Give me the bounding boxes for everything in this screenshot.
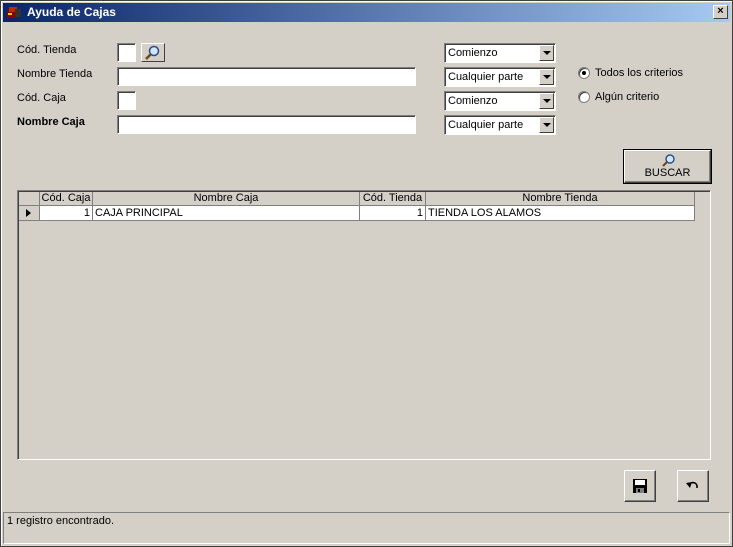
nombre-tienda-input[interactable] bbox=[117, 67, 416, 86]
cod-tienda-match-select[interactable]: Comienzo bbox=[444, 43, 556, 63]
cell-nombre-tienda[interactable]: TIENDA LOS ALAMOS bbox=[426, 206, 695, 221]
buscar-label: BUSCAR bbox=[644, 167, 691, 179]
radio-todos-label[interactable]: Todos los criterios bbox=[595, 67, 683, 80]
app-icon bbox=[7, 7, 21, 18]
magnifier-icon bbox=[662, 154, 675, 167]
cell-nombre-caja[interactable]: CAJA PRINCIPAL bbox=[93, 206, 360, 221]
window-title: Ayuda de Cajas bbox=[27, 5, 116, 19]
nombre-tienda-label: Nombre Tienda bbox=[17, 68, 93, 80]
col-header-nombre-caja[interactable]: Nombre Caja bbox=[93, 192, 360, 206]
magnifier-icon bbox=[145, 45, 160, 60]
status-text: 1 registro encontrado. bbox=[7, 515, 115, 527]
cod-caja-input[interactable] bbox=[117, 91, 136, 110]
col-header-cod-tienda[interactable]: Cód. Tienda bbox=[360, 192, 426, 206]
combo-value: Cualquier parte bbox=[448, 71, 524, 83]
combo-value: Cualquier parte bbox=[448, 119, 524, 131]
combo-value: Comienzo bbox=[448, 47, 498, 59]
status-bar: 1 registro encontrado. bbox=[3, 512, 730, 544]
cod-tienda-input[interactable] bbox=[117, 43, 136, 62]
col-header-cod-caja[interactable]: Cód. Caja bbox=[40, 192, 93, 206]
nombre-caja-label: Nombre Caja bbox=[17, 116, 85, 128]
cod-caja-match-select[interactable]: Comienzo bbox=[444, 91, 556, 111]
close-button[interactable]: × bbox=[713, 5, 728, 19]
chevron-down-icon[interactable] bbox=[539, 45, 554, 61]
grid-corner bbox=[19, 192, 40, 206]
results-grid[interactable]: Cód. Caja Nombre Caja Cód. Tienda Nombre… bbox=[17, 190, 711, 460]
radio-todos-criterios[interactable] bbox=[578, 67, 590, 79]
cod-tienda-label: Cód. Tienda bbox=[17, 44, 77, 56]
col-header-nombre-tienda[interactable]: Nombre Tienda bbox=[426, 192, 695, 206]
cell-cod-tienda[interactable]: 1 bbox=[360, 206, 426, 221]
chevron-down-icon[interactable] bbox=[539, 93, 554, 109]
cod-caja-label: Cód. Caja bbox=[17, 92, 66, 104]
undo-arrow-icon bbox=[686, 481, 698, 489]
cell-cod-caja[interactable]: 1 bbox=[40, 206, 93, 221]
ayuda-de-cajas-window: Ayuda de Cajas × Cód. Tienda Nombre Tien… bbox=[0, 0, 733, 547]
combo-value: Comienzo bbox=[448, 95, 498, 107]
undo-button[interactable] bbox=[677, 470, 709, 502]
current-row-indicator-icon[interactable] bbox=[19, 206, 40, 221]
lookup-tienda-button[interactable] bbox=[141, 43, 165, 62]
title-bar[interactable]: Ayuda de Cajas × bbox=[3, 3, 730, 22]
radio-algun-label[interactable]: Algún criterio bbox=[595, 91, 659, 104]
nombre-caja-input[interactable] bbox=[117, 115, 416, 134]
buscar-button[interactable]: BUSCAR bbox=[623, 149, 712, 184]
nombre-tienda-match-select[interactable]: Cualquier parte bbox=[444, 67, 556, 87]
nombre-caja-match-select[interactable]: Cualquier parte bbox=[444, 115, 556, 135]
chevron-down-icon[interactable] bbox=[539, 69, 554, 85]
chevron-down-icon[interactable] bbox=[539, 117, 554, 133]
floppy-disk-icon bbox=[633, 479, 647, 493]
radio-algun-criterio[interactable] bbox=[578, 91, 590, 103]
save-button[interactable] bbox=[624, 470, 656, 502]
